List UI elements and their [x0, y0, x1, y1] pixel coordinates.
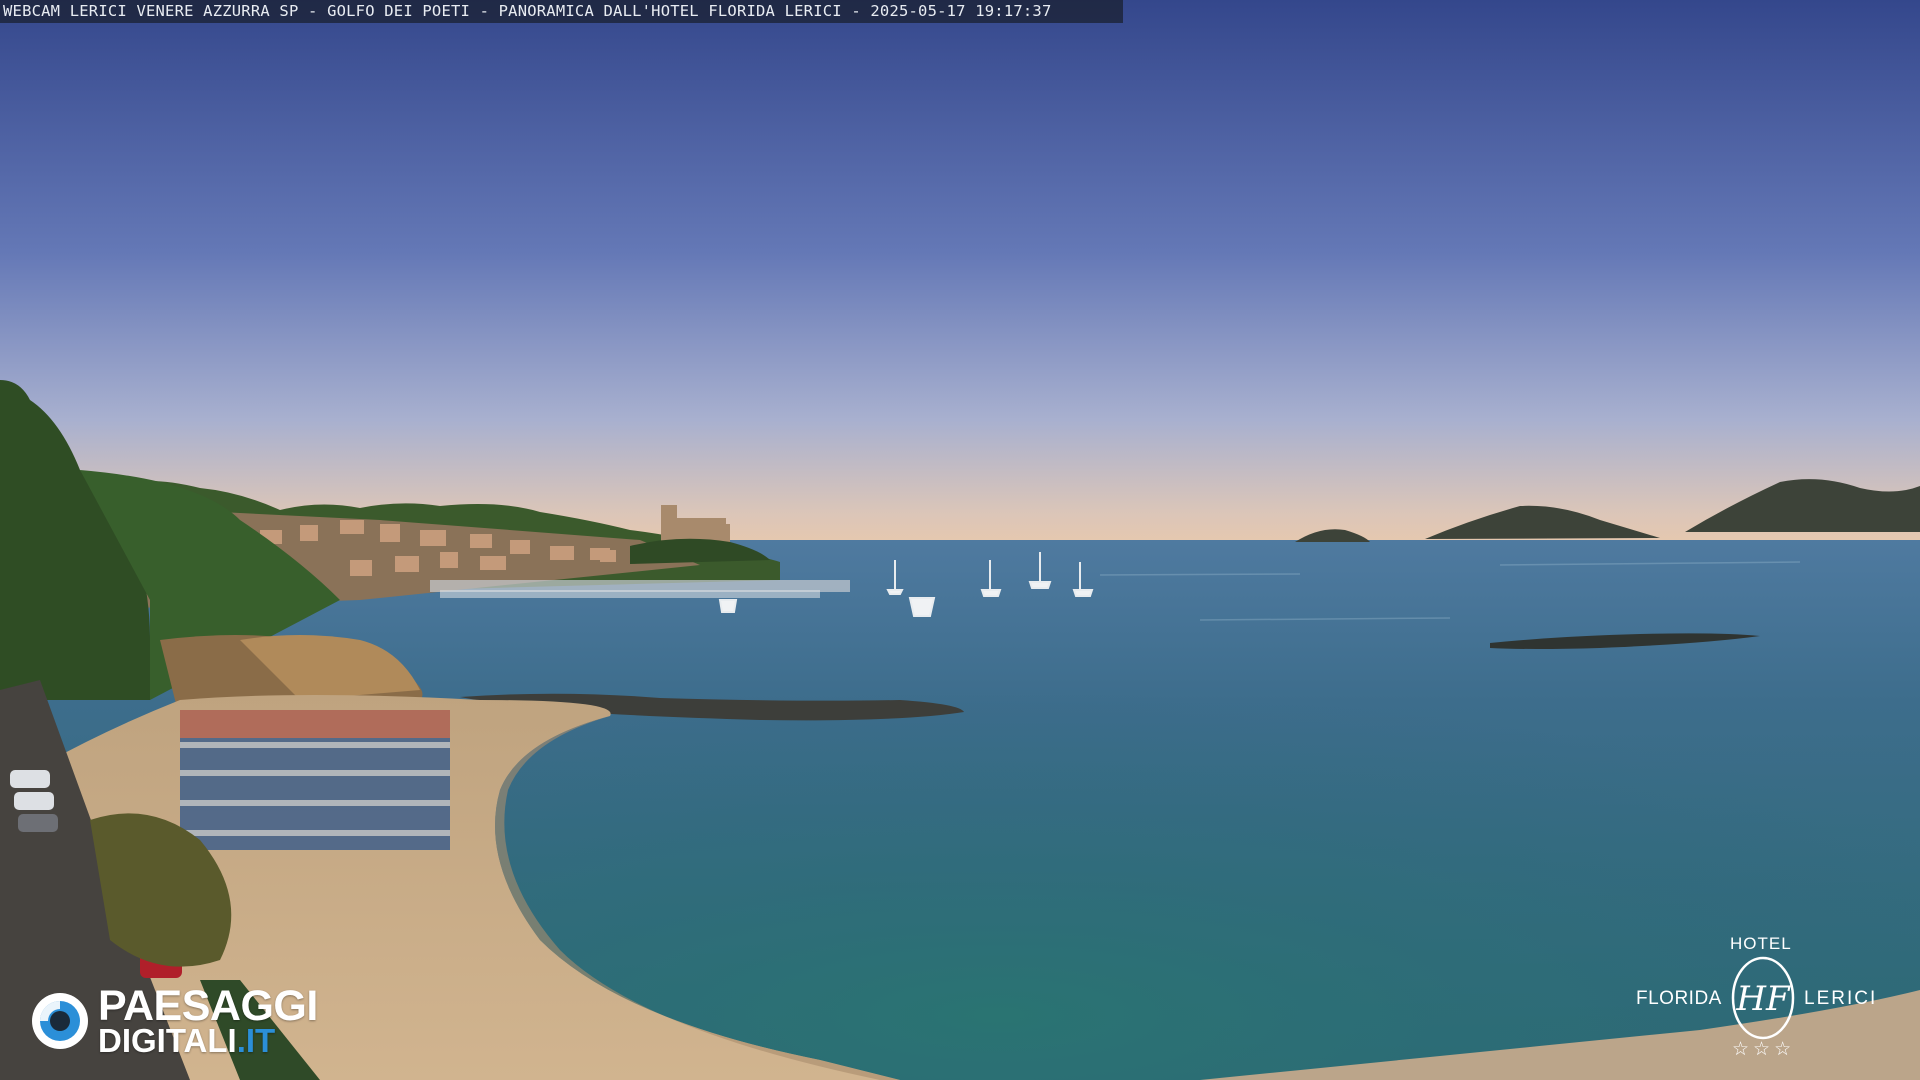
logo-domain: .IT — [236, 1022, 276, 1059]
hotel-label: HOTEL — [1730, 934, 1792, 953]
logo-line-2: DIGITALI.IT — [98, 1023, 275, 1059]
logo-line-2-main: DIGITALI — [98, 1022, 237, 1059]
webcam-caption: WEBCAM LERICI VENERE AZZURRA SP - GOLFO … — [0, 0, 1123, 23]
hotel-city: LERICI — [1804, 988, 1878, 1009]
eye-icon — [32, 993, 88, 1049]
hotel-florida-logo: HOTEL HF FLORIDA LERICI ☆☆☆ — [1630, 932, 1900, 1072]
sky — [0, 0, 1920, 560]
monogram-text: HF — [1735, 979, 1791, 1019]
hotel-stars: ☆☆☆ — [1732, 1039, 1796, 1060]
bay-panorama-photo — [0, 0, 1920, 1080]
hotel-monogram: HF — [1731, 956, 1795, 1040]
marina-boats — [430, 580, 850, 598]
hotel-name: FLORIDA — [1636, 988, 1722, 1009]
webcam-frame: WEBCAM LERICI VENERE AZZURRA SP - GOLFO … — [0, 0, 1920, 1080]
paesaggi-digitali-logo: PAESAGGI DIGITALI.IT — [30, 983, 350, 1059]
beach-umbrellas — [180, 710, 450, 850]
